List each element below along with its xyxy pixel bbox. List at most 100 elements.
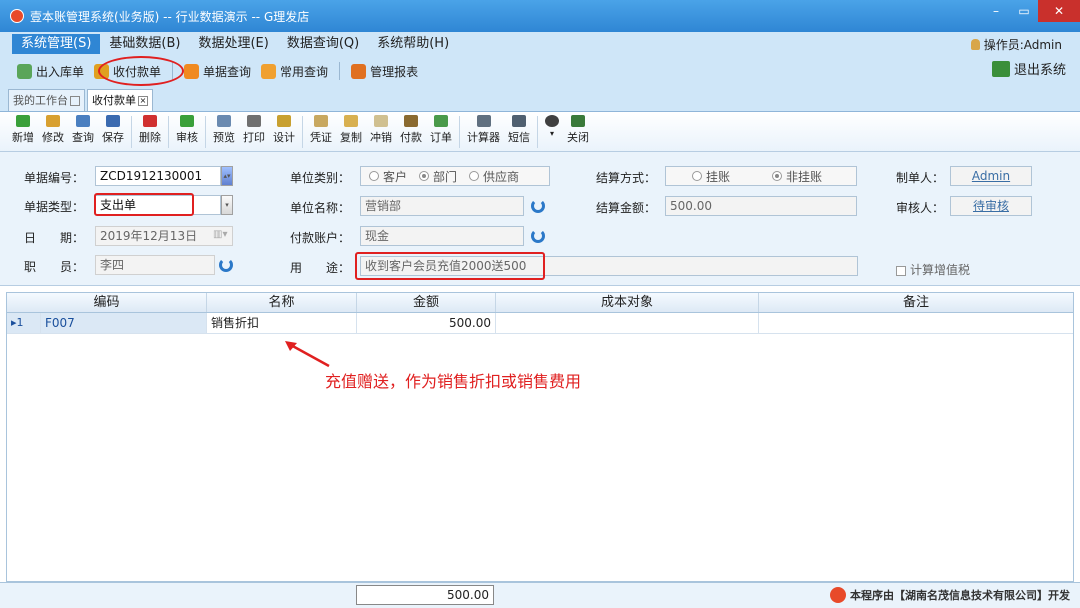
- quick-common-query-label: 常用查询: [280, 64, 329, 79]
- unit-type-radio-group: 客户 部门 供应商: [360, 166, 550, 186]
- new-button[interactable]: 新增: [8, 112, 38, 145]
- title-bar: 壹本账管理系统(业务版) -- 行业数据演示 -- G理发店 – ▭ ✕: [0, 0, 1080, 32]
- quick-common-query[interactable]: 常用查询: [256, 59, 333, 83]
- menu-system[interactable]: 系统管理(S): [12, 34, 101, 54]
- tab-payment-order[interactable]: 收付款单 ×: [87, 89, 153, 111]
- delete-button[interactable]: 删除: [135, 112, 165, 145]
- voucher-button[interactable]: 凭证: [306, 112, 336, 145]
- tab-icon: [70, 95, 80, 106]
- exit-system-button[interactable]: 退出系统: [991, 59, 1066, 78]
- divider: [537, 116, 538, 148]
- unit-type-label: 单位类别：: [290, 171, 351, 185]
- column-header-name[interactable]: 名称: [207, 293, 357, 312]
- grid-header: 编码 名称 金额 成本对象 备注: [7, 293, 1073, 313]
- refresh-icon[interactable]: [531, 199, 545, 213]
- unit-type-department[interactable]: 部门: [419, 168, 457, 185]
- quick-doc-query-label: 单据查询: [203, 64, 252, 79]
- edit-button[interactable]: 修改: [38, 112, 68, 145]
- unit-type-supplier[interactable]: 供应商: [469, 168, 519, 185]
- maker-label: 制单人：: [896, 171, 945, 185]
- company-logo-icon: [830, 587, 846, 603]
- radio-selected-icon: [419, 171, 430, 181]
- calculator-label: 计算器: [467, 131, 500, 144]
- tab-workbench[interactable]: 我的工作台: [8, 89, 85, 111]
- divider: [168, 116, 169, 148]
- unit-type-customer[interactable]: 客户: [369, 168, 407, 185]
- annotation-arrow-icon: [285, 341, 330, 368]
- minimize-button[interactable]: –: [982, 0, 1010, 22]
- menu-data-processing[interactable]: 数据处理(E): [189, 34, 277, 54]
- quick-stock-order[interactable]: 出入库单: [12, 59, 89, 83]
- quick-management-report[interactable]: 管理报表: [346, 59, 423, 83]
- audit-label: 审核: [176, 131, 198, 144]
- print-button[interactable]: 打印: [239, 112, 269, 145]
- settle-method-credit-label: 挂账: [706, 169, 731, 184]
- cell-name[interactable]: 销售折扣: [207, 313, 357, 333]
- settle-method-non-credit[interactable]: 非挂账: [772, 168, 822, 185]
- operator-label: 操作员:Admin: [983, 38, 1062, 52]
- query-button[interactable]: 查询: [68, 112, 98, 145]
- dropdown-arrow-icon: ▾: [549, 129, 554, 138]
- design-label: 设计: [273, 131, 295, 144]
- detail-grid: 编码 名称 金额 成本对象 备注 ▸1 F007 销售折扣 500.00: [6, 292, 1074, 582]
- settle-method-credit[interactable]: 挂账: [692, 168, 730, 185]
- menu-basic-data[interactable]: 基础数据(B): [100, 34, 189, 54]
- doc-no-input[interactable]: ZCD1912130001: [95, 166, 221, 186]
- column-header-amount[interactable]: 金额: [357, 293, 496, 312]
- developer-credit: 本程序由【湖南名茂信息技术有限公司】开发: [830, 587, 1070, 603]
- menu-help[interactable]: 系统帮助(H): [368, 34, 458, 54]
- developer-credit-text: 本程序由【湖南名茂信息技术有限公司】开发: [850, 589, 1070, 602]
- save-icon: [106, 115, 120, 127]
- document-tabs: 我的工作台 收付款单 ×: [0, 86, 1080, 112]
- printer-icon: [247, 115, 261, 127]
- reverse-button[interactable]: 冲销: [366, 112, 396, 145]
- staff-field[interactable]: 李四: [95, 255, 215, 275]
- cell-code[interactable]: F007: [41, 313, 207, 333]
- settle-amount-field[interactable]: 500.00: [665, 196, 857, 216]
- copy-button[interactable]: 复制: [336, 112, 366, 145]
- close-window-button[interactable]: ✕: [1038, 0, 1080, 22]
- quick-doc-query[interactable]: 单据查询: [179, 59, 256, 83]
- options-button[interactable]: ▾: [541, 112, 563, 138]
- quick-stock-order-label: 出入库单: [36, 64, 85, 79]
- column-header-note[interactable]: 备注: [759, 293, 1073, 312]
- auditor-label: 审核人：: [896, 201, 945, 215]
- column-header-code[interactable]: 编码: [7, 293, 207, 312]
- vat-checkbox[interactable]: 计算增值税: [896, 261, 970, 278]
- unit-type-customer-label: 客户: [383, 169, 408, 184]
- column-header-cost-object[interactable]: 成本对象: [496, 293, 759, 312]
- maximize-button[interactable]: ▭: [1010, 0, 1038, 22]
- reverse-label: 冲销: [370, 131, 392, 144]
- preview-button[interactable]: 预览: [209, 112, 239, 145]
- order-button[interactable]: 订单: [426, 112, 456, 145]
- settle-method-label: 结算方式：: [596, 171, 657, 185]
- account-field[interactable]: 现金: [360, 226, 524, 246]
- doc-no-spin-button[interactable]: ▴▾: [221, 166, 233, 186]
- menu-data-query[interactable]: 数据查询(Q): [278, 34, 368, 54]
- audit-button[interactable]: 审核: [172, 112, 202, 145]
- pay-button[interactable]: 付款: [396, 112, 426, 145]
- sms-button[interactable]: 短信: [504, 112, 534, 145]
- save-button[interactable]: 保存: [98, 112, 128, 145]
- close-icon[interactable]: ×: [138, 95, 148, 106]
- app-logo-icon: [10, 9, 24, 23]
- close-doc-button[interactable]: 关闭: [563, 112, 593, 145]
- refresh-icon[interactable]: [531, 229, 545, 243]
- table-row[interactable]: ▸1 F007 销售折扣 500.00: [7, 313, 1073, 334]
- purpose-highlight: [355, 252, 545, 280]
- chevron-down-icon[interactable]: ▾: [221, 195, 233, 215]
- doc-type-label: 单据类型：: [24, 200, 85, 214]
- maker-field: Admin: [950, 166, 1032, 186]
- cell-amount[interactable]: 500.00: [357, 313, 496, 333]
- cell-note[interactable]: [759, 313, 1073, 333]
- design-button[interactable]: 设计: [269, 112, 299, 145]
- cell-cost-object[interactable]: [496, 313, 759, 333]
- copy-icon: [344, 115, 358, 127]
- refresh-icon[interactable]: [219, 258, 233, 272]
- unit-name-field[interactable]: 营销部: [360, 196, 524, 216]
- reverse-icon: [374, 115, 388, 127]
- doc-no-label: 单据编号：: [24, 171, 85, 185]
- vat-label: 计算增值税: [910, 263, 971, 277]
- calculator-button[interactable]: 计算器: [463, 112, 504, 145]
- grid-footer: 500.00 本程序由【湖南名茂信息技术有限公司】开发: [0, 582, 1080, 608]
